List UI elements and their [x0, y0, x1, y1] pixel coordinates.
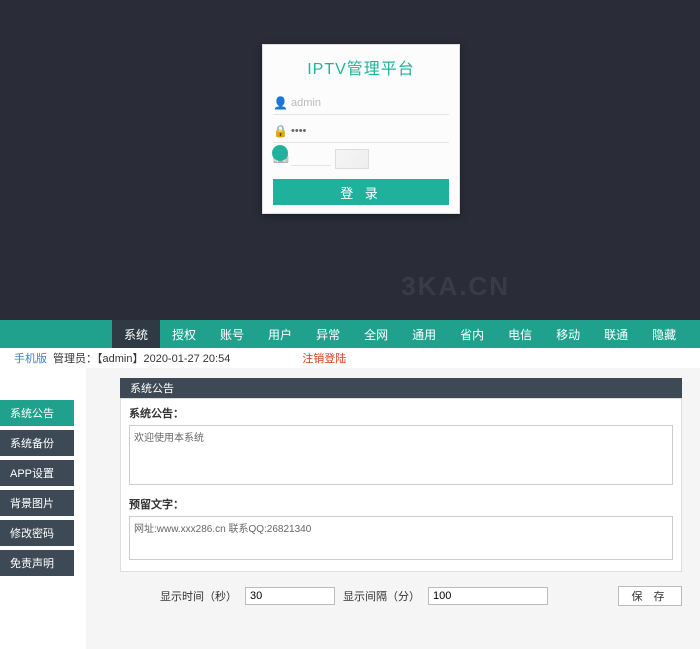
nav-tab-5[interactable]: 全网 — [352, 320, 400, 348]
nav-tab-7[interactable]: 省内 — [448, 320, 496, 348]
display-gap-input[interactable] — [428, 587, 548, 605]
captcha-row: ⌨ — [273, 149, 449, 169]
notice-textarea[interactable] — [129, 425, 673, 485]
nav-tab-11[interactable]: 隐藏 — [640, 320, 688, 348]
password-row: 🔒 — [273, 119, 449, 143]
nav-tab-2[interactable]: 账号 — [208, 320, 256, 348]
sidebar-item-2[interactable]: APP设置 — [0, 460, 74, 486]
admin-dashboard: 系统授权账号用户异常全网通用省内电信移动联通隐藏 手机版 管理员：【admin】… — [0, 320, 700, 649]
nav-tab-4[interactable]: 异常 — [304, 320, 352, 348]
login-title: IPTV管理平台 — [273, 51, 449, 87]
mobile-version-link[interactable]: 手机版 — [14, 350, 47, 366]
content-area: 系统公告系统备份 APP设置背景图片修改密码免责声明 系统公告 系统公告： 预留文… — [0, 368, 700, 649]
login-backdrop: IPTV管理平台 👤 🔒 ⌨ 登 录 3KA.CN — [0, 0, 700, 320]
display-gap-label: 显示间隔（分） — [343, 588, 420, 604]
nav-tab-1[interactable]: 授权 — [160, 320, 208, 348]
sidebar-item-1[interactable]: 系统备份 — [0, 430, 74, 456]
display-time-label: 显示时间（秒） — [160, 588, 237, 604]
panel-title: 系统公告 — [120, 378, 682, 398]
username-input[interactable] — [291, 97, 449, 109]
login-card: IPTV管理平台 👤 🔒 ⌨ 登 录 — [262, 44, 460, 214]
reserve-label: 预留文字： — [129, 496, 673, 512]
nav-tab-3[interactable]: 用户 — [256, 320, 304, 348]
sidebar-item-3[interactable]: 背景图片 — [0, 490, 74, 516]
sidebar-item-0[interactable]: 系统公告 — [0, 400, 74, 426]
reserve-textarea[interactable] — [129, 516, 673, 560]
captcha-image[interactable] — [335, 149, 369, 169]
sidebar-item-5[interactable]: 免责声明 — [0, 550, 74, 576]
username-row: 👤 — [273, 91, 449, 115]
info-bar: 手机版 管理员：【admin】2020-01-27 20:54 注销登陆 — [0, 348, 700, 368]
nav-tab-0[interactable]: 系统 — [112, 320, 160, 348]
save-button[interactable]: 保 存 — [618, 586, 682, 606]
bottom-bar: 显示时间（秒） 显示间隔（分） 保 存 — [120, 586, 682, 606]
sidebar-item-4[interactable]: 修改密码 — [0, 520, 74, 546]
captcha-input[interactable] — [291, 153, 331, 166]
nav-tab-6[interactable]: 通用 — [400, 320, 448, 348]
sidebar: 系统公告系统备份 APP设置背景图片修改密码免责声明 — [0, 368, 86, 649]
display-time-input[interactable] — [245, 587, 335, 605]
watermark: 3KA.CN — [401, 271, 510, 302]
notice-label: 系统公告： — [129, 405, 673, 421]
top-nav: 系统授权账号用户异常全网通用省内电信移动联通隐藏 — [0, 320, 700, 348]
logout-link[interactable]: 注销登陆 — [302, 350, 346, 366]
panel-body: 系统公告： 预留文字： — [120, 398, 682, 572]
nav-tab-10[interactable]: 联通 — [592, 320, 640, 348]
password-input[interactable] — [291, 125, 449, 137]
cursor-indicator — [272, 145, 288, 161]
lock-icon: 🔒 — [273, 124, 291, 138]
login-button[interactable]: 登 录 — [273, 179, 449, 205]
main-panel: 系统公告 系统公告： 预留文字： 显示时间（秒） 显示间隔（分） 保 存 — [86, 368, 700, 649]
admin-info: 管理员：【admin】2020-01-27 20:54 — [53, 350, 230, 366]
nav-tab-9[interactable]: 移动 — [544, 320, 592, 348]
nav-tab-8[interactable]: 电信 — [496, 320, 544, 348]
user-icon: 👤 — [273, 96, 291, 110]
